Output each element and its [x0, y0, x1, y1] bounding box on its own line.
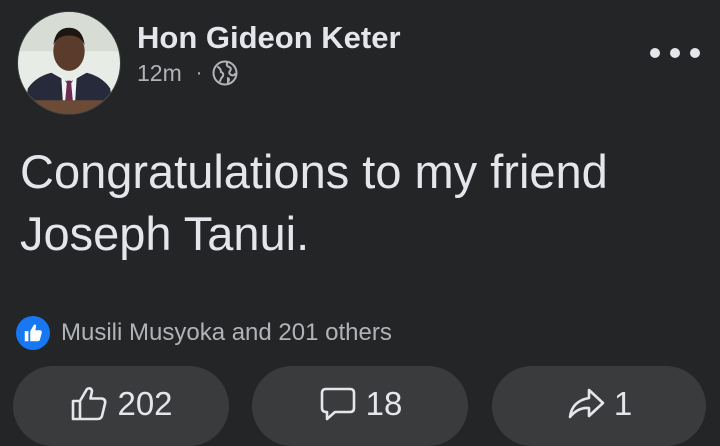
reactions-text: Musili Musyoka and 201 others: [61, 319, 392, 346]
author-avatar[interactable]: [17, 11, 121, 115]
author-name[interactable]: Hon Gideon Keter: [137, 20, 401, 56]
reactions-summary[interactable]: Musili Musyoka and 201 others: [16, 315, 392, 351]
menu-dot: [690, 48, 700, 58]
comment-button[interactable]: 18: [252, 366, 468, 446]
menu-dot: [650, 48, 660, 58]
avatar-photo: [18, 12, 120, 114]
comment-count: 18: [365, 385, 403, 422]
comment-icon: [320, 387, 355, 421]
share-arrow-icon: [568, 388, 605, 419]
meta-separator: ·: [195, 62, 203, 84]
post-timestamp[interactable]: 12m: [137, 60, 182, 87]
post-text: Congratulations to my friend Joseph Tanu…: [20, 145, 608, 260]
share-button[interactable]: 1: [492, 366, 706, 446]
globe-icon: [212, 60, 238, 86]
more-options-icon[interactable]: [650, 38, 700, 68]
thumbs-up-icon: [72, 387, 107, 421]
post-meta: 12m ·: [137, 58, 238, 88]
menu-dot: [670, 48, 680, 58]
like-count: 202: [117, 385, 173, 422]
share-count: 1: [613, 385, 633, 422]
like-button[interactable]: 202: [13, 366, 229, 446]
like-badge-icon: [16, 316, 50, 350]
